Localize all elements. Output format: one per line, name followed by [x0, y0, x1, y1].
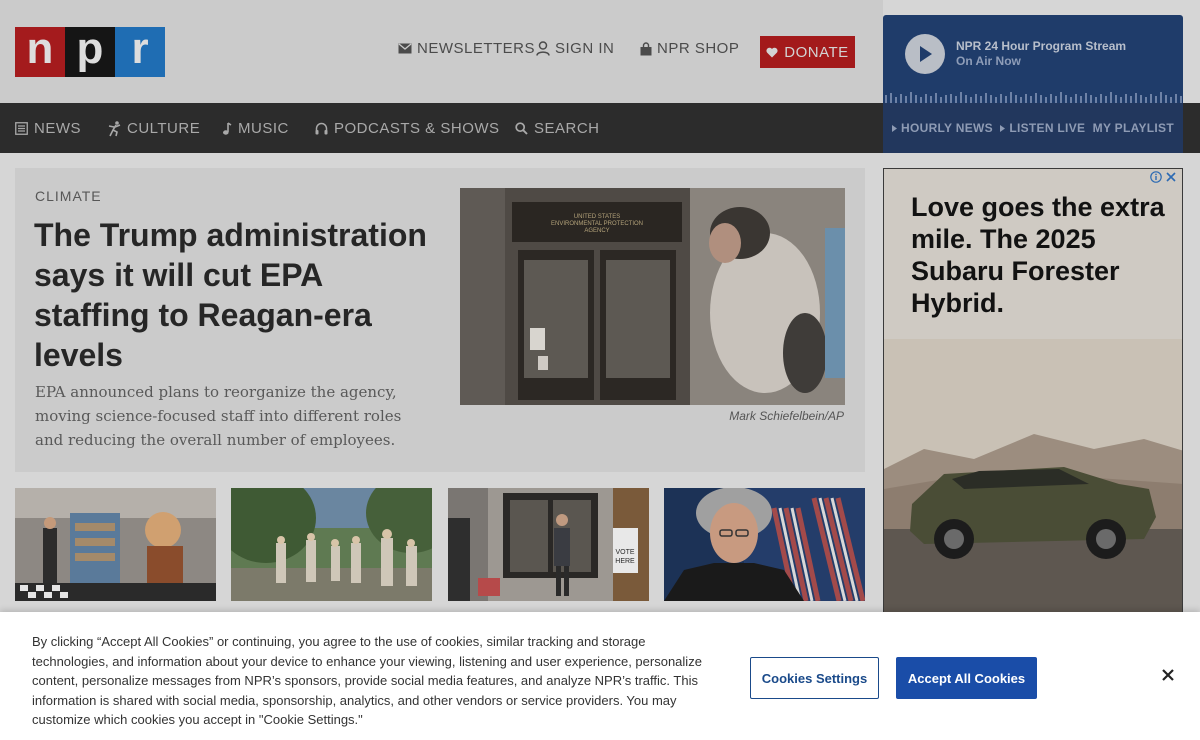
audio-waveform	[885, 92, 1182, 103]
user-icon	[536, 41, 550, 56]
my-playlist-link[interactable]: MY PLAYLIST	[1093, 121, 1174, 135]
cookie-consent-text: By clicking “Accept All Cookies” or cont…	[32, 634, 702, 727]
nav-culture-label: CULTURE	[127, 120, 201, 137]
music-note-icon	[223, 121, 232, 135]
npr-shop-link[interactable]: NPR SHOP	[640, 40, 739, 57]
player-subnav: HOURLY NEWS LISTEN LIVE MY PLAYLIST	[883, 103, 1183, 153]
ad-controls	[1150, 171, 1176, 183]
story-thumbnail-1[interactable]	[15, 488, 216, 601]
story-image[interactable]: UNITED STATES ENVIRONMENTAL PROTECTION A…	[460, 188, 845, 405]
npr-logo[interactable]: n p r	[15, 27, 165, 77]
caret-right-icon	[892, 124, 897, 132]
donate-label: DONATE	[784, 43, 849, 61]
logo-letter-r: r	[115, 27, 165, 77]
play-icon	[920, 46, 932, 62]
accept-all-cookies-button[interactable]: Accept All Cookies	[896, 657, 1037, 699]
story-headline[interactable]: The Trump administration says it will cu…	[34, 215, 434, 375]
my-playlist-label: MY PLAYLIST	[1092, 121, 1174, 135]
nav-item-search[interactable]: SEARCH	[515, 120, 600, 137]
headphones-icon	[315, 122, 328, 135]
story-thumbnail-3[interactable]: VOTE HERE	[448, 488, 649, 601]
polling-place-photo: VOTE HERE	[448, 488, 649, 601]
newsletters-link[interactable]: NEWSLETTERS	[398, 40, 535, 57]
close-banner-button[interactable]	[1155, 662, 1181, 688]
hourly-news-label: HOURLY NEWS	[901, 121, 993, 135]
nav-item-music[interactable]: MUSIC	[222, 120, 289, 137]
newsletters-label: NEWSLETTERS	[417, 40, 536, 57]
nav-news-label: NEWS	[34, 120, 81, 137]
logo-letter-n: n	[15, 27, 65, 77]
image-sign-line-3: AGENCY	[584, 228, 609, 234]
shop-label: NPR SHOP	[657, 40, 740, 57]
cookie-consent-banner: By clicking “Accept All Cookies” or cont…	[0, 612, 1200, 740]
listen-live-link[interactable]: LISTEN LIVE	[1000, 121, 1085, 135]
nav-item-news[interactable]: NEWS	[15, 120, 81, 137]
dancer-icon	[108, 120, 121, 136]
subaru-ad[interactable]: Love goes the extra mile. The 2025 Subar…	[883, 168, 1183, 613]
site-header: n p r NEWSLETTERS SIGN IN NPR SHOP DONAT…	[0, 0, 883, 103]
epa-building-photo: UNITED STATES ENVIRONMENTAL PROTECTION A…	[460, 188, 845, 405]
ad-info-icon[interactable]	[1150, 171, 1162, 183]
cookies-settings-button[interactable]: Cookies Settings	[750, 657, 879, 699]
suv-photo	[884, 339, 1182, 612]
news-icon	[15, 122, 28, 135]
nav-item-culture[interactable]: CULTURE	[108, 120, 200, 137]
heart-icon	[766, 47, 778, 57]
logo-letter-p: p	[65, 27, 115, 77]
nav-gutter	[1183, 103, 1200, 153]
image-sign-line-2: ENVIRONMENTAL PROTECTION	[551, 221, 643, 227]
ad-close-icon[interactable]	[1166, 172, 1176, 182]
nav-music-label: MUSIC	[238, 120, 289, 137]
nav-item-podcasts[interactable]: PODCASTS & SHOWS	[315, 120, 500, 137]
image-sign-line-1: UNITED STATES	[574, 214, 620, 220]
stream-status: On Air Now	[956, 54, 1021, 68]
listen-live-label: LISTEN LIVE	[1009, 121, 1086, 135]
nav-search-label: SEARCH	[534, 120, 600, 137]
lead-story-card: CLIMATE The Trump administration says it…	[15, 168, 865, 472]
trade-show-photo	[15, 488, 216, 601]
shopping-bag-icon	[640, 41, 652, 55]
story-thumbnail-2[interactable]	[231, 488, 432, 601]
stream-title: NPR 24 Hour Program Stream	[956, 39, 1127, 53]
live-stream-player: NPR 24 Hour Program Stream On Air Now	[883, 15, 1183, 103]
ad-headline: Love goes the extra mile. The 2025 Subar…	[911, 192, 1165, 318]
sign-in-link[interactable]: SIGN IN	[536, 40, 614, 57]
procession-photo	[231, 488, 432, 601]
nav-podcasts-label: PODCASTS & SHOWS	[334, 120, 500, 137]
story-thumbnail-4[interactable]	[664, 488, 865, 601]
sign-in-label: SIGN IN	[555, 40, 615, 57]
caret-right-icon	[1000, 124, 1006, 132]
photo-credit: Mark Schiefelbein/AP	[729, 409, 844, 423]
search-icon	[515, 122, 528, 135]
story-kicker[interactable]: CLIMATE	[35, 188, 102, 204]
story-teaser: EPA announced plans to reorganize the ag…	[35, 383, 402, 449]
play-button[interactable]	[905, 34, 945, 74]
hourly-news-link[interactable]: HOURLY NEWS	[892, 121, 993, 135]
envelope-icon	[398, 43, 412, 54]
vote-sign-line-1: VOTE	[615, 549, 634, 556]
vote-sign-line-2: HERE	[615, 558, 635, 565]
donate-button[interactable]: DONATE	[760, 36, 855, 68]
portrait-with-flags-photo	[664, 488, 865, 601]
main-nav: NEWS CULTURE MUSIC PODCASTS & SHOWS SEAR…	[0, 103, 883, 153]
close-icon	[1162, 669, 1174, 681]
